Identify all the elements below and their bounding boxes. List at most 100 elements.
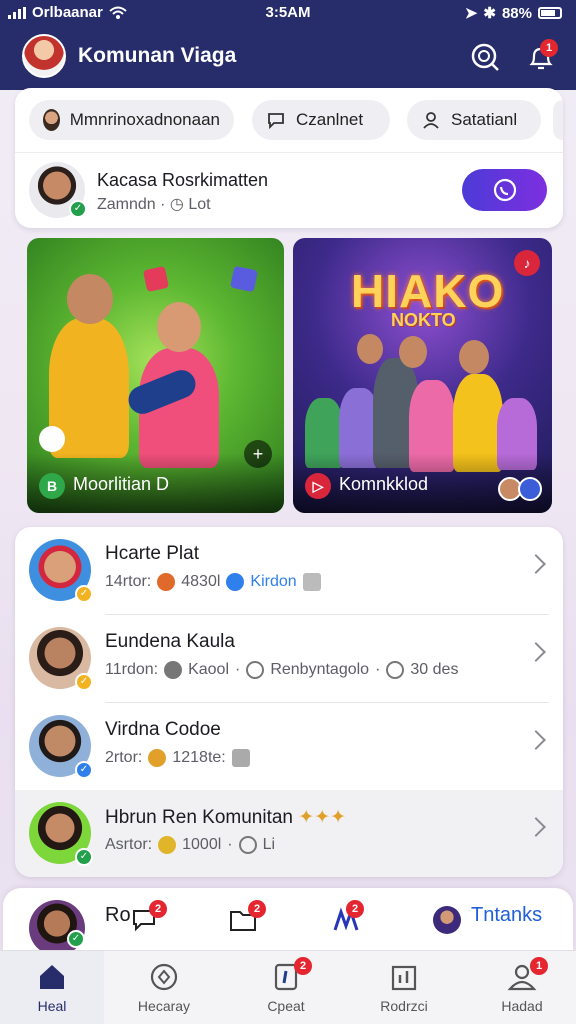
notification-badge: 2 — [248, 900, 266, 918]
chevron-right-icon — [526, 817, 546, 837]
person-head — [67, 274, 113, 324]
status-bar: Orlbaanar 3:5AM ➤ ✱ 88% — [0, 0, 576, 28]
chevron-right-icon — [526, 730, 546, 750]
user-icon — [164, 661, 183, 679]
chart-icon — [391, 965, 417, 991]
chip-label: Satatianl — [451, 110, 518, 129]
notification-badge: 1 — [540, 39, 558, 57]
list-item[interactable]: ✓ Virdna Codoe 2rtor: 1218te: — [15, 703, 563, 791]
quick-bar: ✓ Ro 2 2 2 Tntanks — [3, 888, 573, 956]
battery-icon — [538, 7, 562, 19]
tile-label: Moorlitian D — [73, 474, 170, 494]
clock-icon: ◷ — [169, 196, 184, 213]
compass-icon — [150, 963, 178, 991]
image-icon — [231, 749, 250, 767]
divider — [15, 152, 563, 153]
list-item-name: Eundena Kaula — [105, 631, 235, 652]
badge-icon — [148, 749, 167, 767]
timer-icon — [386, 661, 405, 679]
media-tile[interactable]: HIAKO NOKTO ♪ ▷ Komnkklod — [293, 238, 552, 513]
chevron-right-icon — [526, 554, 546, 574]
nav-home[interactable]: Heal — [0, 951, 104, 1024]
profile-name: Kacasa Rosrkimatten — [97, 170, 269, 190]
avatar — [43, 109, 60, 131]
nav-profile[interactable]: 1 Hadad — [470, 951, 574, 1024]
list-item-name: Hbrun Ren Komunitan ✦✦✦ — [105, 807, 347, 828]
member-list: ✓ Hcarte Plat 14rtor: 4830l Kirdon ✓ Eun… — [15, 527, 563, 877]
verified-icon: ✓ — [75, 848, 93, 866]
battery-percent: 88% — [501, 4, 532, 22]
close-icon — [302, 573, 321, 591]
chip-label: Czanlnet — [296, 110, 364, 129]
emoji-icon — [158, 836, 177, 854]
chip-settings[interactable]: Satatianl — [407, 100, 541, 140]
nav-reports[interactable]: Rodrzci — [352, 951, 456, 1024]
nav-label: Cpeat — [267, 998, 305, 1014]
link-icon — [238, 836, 257, 854]
chat-bubble-icon — [268, 113, 284, 130]
person-head — [399, 336, 427, 368]
chip-members[interactable]: Mmnrinoxadnonaan — [29, 100, 234, 140]
notification-badge: 1 — [530, 957, 548, 975]
add-icon[interactable]: + — [244, 440, 272, 468]
nav-label: Heal — [37, 998, 67, 1014]
people-icon — [423, 112, 439, 129]
music-icon[interactable]: ♪ — [514, 250, 540, 276]
clock-icon — [246, 661, 265, 679]
verified-icon: ✓ — [75, 585, 93, 603]
nav-create[interactable]: 2 Cpeat — [234, 951, 338, 1024]
nav-explore[interactable]: Hecaray — [112, 951, 216, 1024]
search-icon[interactable] — [470, 42, 500, 72]
community-card: Mmnrinoxadnonaan Czanlnet Satatianl ✓ Ka… — [15, 88, 563, 228]
nav-label: Rodrzci — [380, 998, 428, 1014]
chip-chat[interactable]: Czanlnet — [252, 100, 390, 140]
user-avatar[interactable] — [22, 34, 66, 78]
notification-badge: 2 — [346, 900, 364, 918]
list-item-name: Virdna Codoe — [105, 719, 221, 740]
person-head — [157, 302, 201, 352]
bluetooth-icon: ✱ — [483, 5, 496, 22]
list-item-meta: 11rdon: Kaool · Renbyntagolo · 30 des — [105, 661, 459, 679]
quick-label[interactable]: Ro — [105, 904, 131, 927]
avatar — [518, 477, 542, 501]
phone-icon — [493, 178, 516, 202]
tile-badge-icon: ▷ — [305, 473, 331, 499]
chevron-right-icon — [526, 642, 546, 662]
sparkle-icon: ✦✦✦ — [298, 807, 347, 828]
verified-icon: ✓ — [69, 200, 87, 218]
nav-label: Hadad — [501, 998, 543, 1014]
floating-card — [229, 265, 259, 293]
location-icon: ➤ — [464, 5, 478, 22]
notification-badge: 2 — [294, 957, 312, 975]
quick-link[interactable]: Tntanks — [471, 904, 542, 927]
list-item[interactable]: ✓ Hbrun Ren Komunitan ✦✦✦ Asrtor: 1000l … — [15, 790, 563, 877]
floating-card — [142, 265, 170, 293]
list-item-meta: 2rtor: 1218te: — [105, 749, 250, 767]
list-item-name: Hcarte Plat — [105, 543, 199, 564]
chip-label: Mmnrinoxadnonaan — [69, 110, 220, 129]
chip-overflow[interactable] — [553, 100, 563, 140]
list-item[interactable]: ✓ Eundena Kaula 11rdon: Kaool · Renbynta… — [15, 615, 563, 703]
list-item-meta: 14rtor: 4830l Kirdon — [105, 573, 321, 591]
check-icon — [226, 573, 245, 591]
fire-icon — [157, 573, 176, 591]
verified-icon: ✓ — [67, 930, 85, 948]
notification-badge: 2 — [149, 900, 167, 918]
nav-label: Hecaray — [137, 998, 191, 1014]
media-tile[interactable]: + B Moorlitian D — [27, 238, 284, 513]
list-item-meta: Asrtor: 1000l · Li — [105, 836, 276, 854]
verified-icon: ✓ — [75, 673, 93, 691]
verified-icon: ✓ — [75, 761, 93, 779]
list-item[interactable]: ✓ Hcarte Plat 14rtor: 4830l Kirdon — [15, 527, 563, 615]
bottom-nav: Heal Hecaray 2 Cpeat Rodrzci 1 Hadad — [0, 950, 576, 1024]
person-head — [357, 334, 383, 364]
app-title: Komunan Viaga — [78, 44, 237, 67]
soccer-ball-icon — [39, 426, 65, 452]
tile-label: Komnkklod — [339, 474, 429, 494]
home-icon — [40, 965, 64, 989]
call-button[interactable] — [462, 169, 547, 211]
profile-subtitle: Zamndn · ◷ Lot — [97, 196, 211, 213]
avatar — [433, 906, 461, 934]
tile-badge-icon: B — [39, 473, 65, 499]
person-head — [459, 340, 489, 374]
